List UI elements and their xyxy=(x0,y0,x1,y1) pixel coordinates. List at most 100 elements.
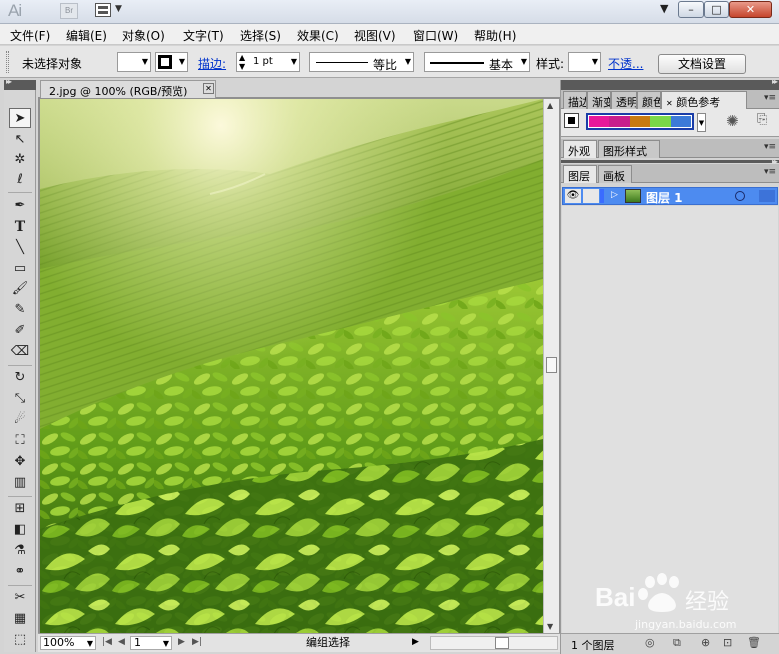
harmony-color-1[interactable] xyxy=(589,116,610,127)
locate-object-icon[interactable]: ◎ xyxy=(645,636,655,649)
line-tool-icon[interactable]: ╲ xyxy=(9,238,31,258)
fill-swatch[interactable]: ▼ xyxy=(117,52,151,72)
layer-row[interactable]: 👁 ▷ 图层 1 xyxy=(562,187,778,205)
delete-layer-icon[interactable]: 🗑 xyxy=(747,636,761,649)
minimize-button[interactable]: – xyxy=(678,1,704,18)
expand-triangle-icon[interactable]: ▷ xyxy=(611,190,618,200)
slice-tool-icon[interactable]: ✂ xyxy=(9,588,31,608)
panel-menu-icon[interactable]: ▾≡ xyxy=(764,93,776,103)
harmony-color-2[interactable] xyxy=(609,116,630,127)
tab-transparency[interactable]: 透明 xyxy=(611,91,637,109)
selection-indicator[interactable] xyxy=(759,190,775,202)
maximize-button[interactable]: □ xyxy=(704,1,729,18)
brush-definition[interactable]: 基本 ▼ xyxy=(424,52,530,72)
next-artboard-icon[interactable]: ▶ xyxy=(178,637,185,647)
current-tool-status[interactable]: 编组选择 xyxy=(238,636,418,650)
tab-graphic-styles[interactable]: 图形样式 xyxy=(598,140,660,158)
zoom-select[interactable]: 100% ▼ xyxy=(40,636,96,650)
opacity-link[interactable]: 不透... xyxy=(608,55,643,72)
arrange-documents-button[interactable]: ▼ xyxy=(95,2,127,20)
grip-handle[interactable] xyxy=(6,51,9,73)
rectangle-tool-icon[interactable]: ▭ xyxy=(9,259,31,279)
vertical-scrollbar[interactable]: ▲ ▼ xyxy=(543,99,559,633)
eye-icon[interactable]: 👁 xyxy=(565,189,581,203)
scroll-down-icon[interactable]: ▼ xyxy=(547,622,553,631)
harmony-color-3[interactable] xyxy=(629,116,651,127)
stepper-icon[interactable]: ▲ ▼ xyxy=(239,53,245,71)
make-clipping-mask-icon[interactable]: ⧉ xyxy=(673,636,681,650)
tab-layers[interactable]: 图层 xyxy=(563,165,597,183)
free-transform-tool-icon[interactable]: ⛶ xyxy=(9,431,31,451)
warp-tool-icon[interactable]: ☄ xyxy=(9,410,31,430)
tab-appearance[interactable]: 外观 xyxy=(563,140,597,158)
menu-file[interactable]: 文件(F) xyxy=(10,27,50,44)
canvas-image[interactable] xyxy=(40,99,543,633)
paintbrush-tool-icon[interactable]: 🖌 xyxy=(9,279,31,299)
column-graph-tool-icon[interactable]: ▥ xyxy=(9,473,31,493)
last-artboard-icon[interactable]: ▶| xyxy=(192,637,202,647)
stroke-weight-field[interactable]: ▲ ▼ 1 pt ▼ xyxy=(236,52,300,72)
rotate-tool-icon[interactable]: ↻ xyxy=(9,368,31,388)
direct-selection-tool-icon[interactable]: ↖ xyxy=(9,130,31,150)
close-button[interactable]: ✕ xyxy=(729,1,772,18)
variable-width-profile[interactable]: 等比 ▼ xyxy=(309,52,414,72)
menu-effect[interactable]: 效果(C) xyxy=(297,27,339,44)
mesh-tool-icon[interactable]: ⊞ xyxy=(9,499,31,519)
harmony-color-4[interactable] xyxy=(650,116,671,127)
previous-artboard-icon[interactable]: ◀ xyxy=(118,637,125,647)
menu-view[interactable]: 视图(V) xyxy=(354,27,396,44)
gradient-tool-icon[interactable]: ◧ xyxy=(9,520,31,540)
menu-select[interactable]: 选择(S) xyxy=(240,27,281,44)
tab-color[interactable]: 颜色 xyxy=(637,91,661,109)
tab-artboards[interactable]: 画板 xyxy=(598,165,632,183)
stroke-swatch[interactable]: ▼ xyxy=(155,52,188,72)
scroll-up-icon[interactable]: ▲ xyxy=(547,101,553,110)
artboard-number-field[interactable]: 1 ▼ xyxy=(130,636,172,650)
graphic-style-swatch[interactable]: ▼ xyxy=(568,52,601,72)
base-color-swatch[interactable] xyxy=(564,113,579,128)
status-menu-arrow-icon[interactable]: ▶ xyxy=(412,637,419,647)
tab-gradient[interactable]: 渐变 xyxy=(587,91,611,109)
document-tab[interactable]: 2.jpg @ 100% (RGB/预览) ✕ xyxy=(40,80,216,98)
menu-type[interactable]: 文字(T) xyxy=(183,27,224,44)
chart-tool-icon[interactable]: ▦ xyxy=(9,609,31,629)
eyedropper-tool-icon[interactable]: ⚗ xyxy=(9,541,31,561)
pencil-tool-icon[interactable]: ✎ xyxy=(9,300,31,320)
dock-header[interactable] xyxy=(561,77,779,90)
artboard-tool-icon[interactable]: ⬚ xyxy=(9,630,31,650)
pen-tool-icon[interactable]: ✒ xyxy=(9,196,31,216)
magic-wand-tool-icon[interactable]: ✲ xyxy=(9,150,31,170)
menu-object[interactable]: 对象(O) xyxy=(122,27,165,44)
document-setup-button[interactable]: 文档设置 xyxy=(658,54,746,74)
tab-stroke[interactable]: 描边 xyxy=(563,91,587,109)
eraser-tool-icon[interactable]: ⌫ xyxy=(9,342,31,362)
color-wheel-icon[interactable]: ✺ xyxy=(726,112,739,130)
save-swatch-group-icon[interactable]: ⎘ xyxy=(757,112,767,127)
scale-tool-icon[interactable]: ⤡ xyxy=(9,389,31,409)
new-layer-icon[interactable]: ⊡ xyxy=(723,636,732,649)
selection-tool-icon[interactable]: ➤ xyxy=(9,108,31,128)
scroll-thumb[interactable] xyxy=(546,357,557,373)
symbol-sprayer-tool-icon[interactable]: ✥ xyxy=(9,452,31,472)
close-icon[interactable]: ✕ xyxy=(203,83,214,94)
layer-name[interactable]: 图层 1 xyxy=(646,189,683,206)
close-icon[interactable]: ✕ xyxy=(666,99,673,108)
tools-panel-header[interactable] xyxy=(4,77,36,90)
panel-menu-icon[interactable]: ▾≡ xyxy=(764,167,776,177)
panel-menu-icon[interactable]: ▾≡ xyxy=(764,142,776,152)
first-artboard-icon[interactable]: |◀ xyxy=(102,637,112,647)
harmony-color-5[interactable] xyxy=(670,116,692,127)
type-tool-icon[interactable]: T xyxy=(9,217,31,237)
lasso-tool-icon[interactable]: ℓ xyxy=(9,170,31,190)
blend-tool-icon[interactable]: ⚭ xyxy=(9,562,31,582)
menu-help[interactable]: 帮助(H) xyxy=(474,27,516,44)
bridge-button[interactable]: Br xyxy=(60,3,78,19)
menu-window[interactable]: 窗口(W) xyxy=(413,27,458,44)
workspace-arrow-icon[interactable]: ▼ xyxy=(660,2,668,15)
scroll-thumb[interactable] xyxy=(495,637,509,649)
blob-brush-tool-icon[interactable]: ✐ xyxy=(9,321,31,341)
new-sublayer-icon[interactable]: ⊕ xyxy=(701,636,710,649)
tab-color-guide[interactable]: ✕ 颜色参考 xyxy=(661,91,747,109)
menu-edit[interactable]: 编辑(E) xyxy=(66,27,107,44)
target-icon[interactable] xyxy=(735,191,745,201)
